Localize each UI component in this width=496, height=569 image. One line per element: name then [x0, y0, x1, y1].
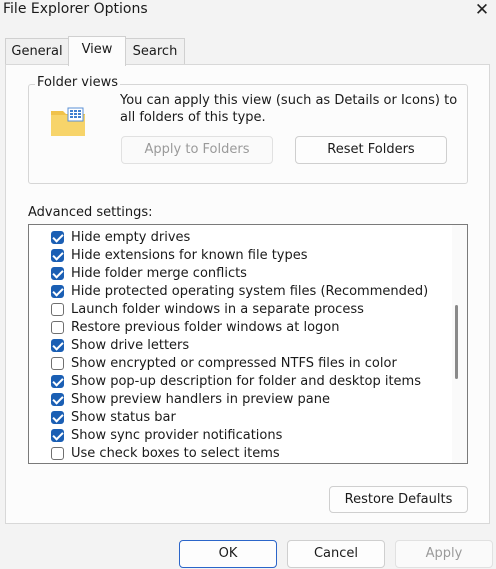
list-item[interactable]: Hide folder merge conflicts — [51, 264, 247, 282]
list-item-label: Hide protected operating system files (R… — [71, 283, 429, 299]
checkbox[interactable] — [51, 392, 64, 406]
checkbox[interactable] — [51, 320, 64, 334]
list-item[interactable]: Show drive letters — [51, 336, 189, 354]
list-item-label: Show status bar — [71, 409, 176, 425]
advanced-settings-list[interactable]: Hide empty drives Hide extensions for kn… — [28, 224, 468, 464]
list-item[interactable]: Restore previous folder windows at logon — [51, 318, 339, 336]
scrollbar-thumb[interactable] — [455, 305, 458, 379]
folder-views-description: You can apply this view (such as Details… — [120, 93, 458, 125]
checkbox[interactable] — [51, 248, 64, 262]
list-item[interactable]: Hide empty drives — [51, 228, 190, 246]
list-item[interactable]: Show pop-up description for folder and d… — [51, 372, 421, 390]
list-item[interactable]: Show sync provider notifications — [51, 426, 282, 444]
list-item-label: Show sync provider notifications — [71, 427, 283, 443]
advanced-settings-label: Advanced settings: — [28, 205, 153, 220]
list-item-label: Hide folder merge conflicts — [71, 265, 247, 281]
list-item-label: Restore previous folder windows at logon — [71, 319, 340, 335]
apply-to-folders-button[interactable]: Apply to Folders — [121, 136, 273, 164]
checkbox[interactable] — [51, 338, 64, 352]
checkbox[interactable] — [51, 446, 64, 460]
list-item[interactable]: Show encrypted or compressed NTFS files … — [51, 354, 397, 372]
window-title: File Explorer Options — [3, 1, 148, 17]
tab-general[interactable]: General — [5, 38, 69, 64]
list-item[interactable]: Hide extensions for known file types — [51, 246, 308, 264]
tab-view[interactable]: View — [68, 36, 126, 66]
tab-search[interactable]: Search — [125, 38, 185, 64]
checkbox[interactable] — [51, 230, 64, 244]
checkbox[interactable] — [51, 302, 64, 316]
cancel-button[interactable]: Cancel — [287, 540, 385, 568]
list-item-label: Show encrypted or compressed NTFS files … — [71, 355, 397, 371]
folder-views-label: Folder views — [35, 75, 121, 90]
checkbox[interactable] — [51, 266, 64, 280]
checkbox[interactable] — [51, 428, 64, 442]
list-scrollbar[interactable] — [452, 225, 467, 463]
list-item[interactable]: Show preview handlers in preview pane — [51, 390, 330, 408]
reset-folders-button[interactable]: Reset Folders — [295, 136, 447, 164]
list-item-label: Use check boxes to select items — [71, 445, 280, 461]
checkbox[interactable] — [51, 284, 64, 298]
list-item-label: Show pop-up description for folder and d… — [71, 373, 421, 389]
list-item[interactable]: Use check boxes to select items — [51, 444, 280, 462]
list-item[interactable]: Launch folder windows in a separate proc… — [51, 300, 364, 318]
list-item-label: Show drive letters — [71, 337, 190, 353]
list-item-label: Hide empty drives — [71, 229, 191, 245]
apply-button[interactable]: Apply — [395, 540, 493, 568]
list-item[interactable]: Hide protected operating system files (R… — [51, 282, 428, 300]
checkbox[interactable] — [51, 410, 64, 424]
checkbox[interactable] — [51, 356, 64, 370]
checkbox[interactable] — [51, 374, 64, 388]
ok-button[interactable]: OK — [179, 540, 277, 568]
list-item-label: Launch folder windows in a separate proc… — [71, 301, 364, 317]
folder-view-icon — [51, 107, 85, 136]
list-item-label: Show preview handlers in preview pane — [71, 391, 330, 407]
restore-defaults-button[interactable]: Restore Defaults — [329, 486, 468, 513]
list-item[interactable]: Show status bar — [51, 408, 176, 426]
list-item-label: Hide extensions for known file types — [71, 247, 308, 263]
close-icon[interactable]: ✕ — [470, 0, 494, 22]
